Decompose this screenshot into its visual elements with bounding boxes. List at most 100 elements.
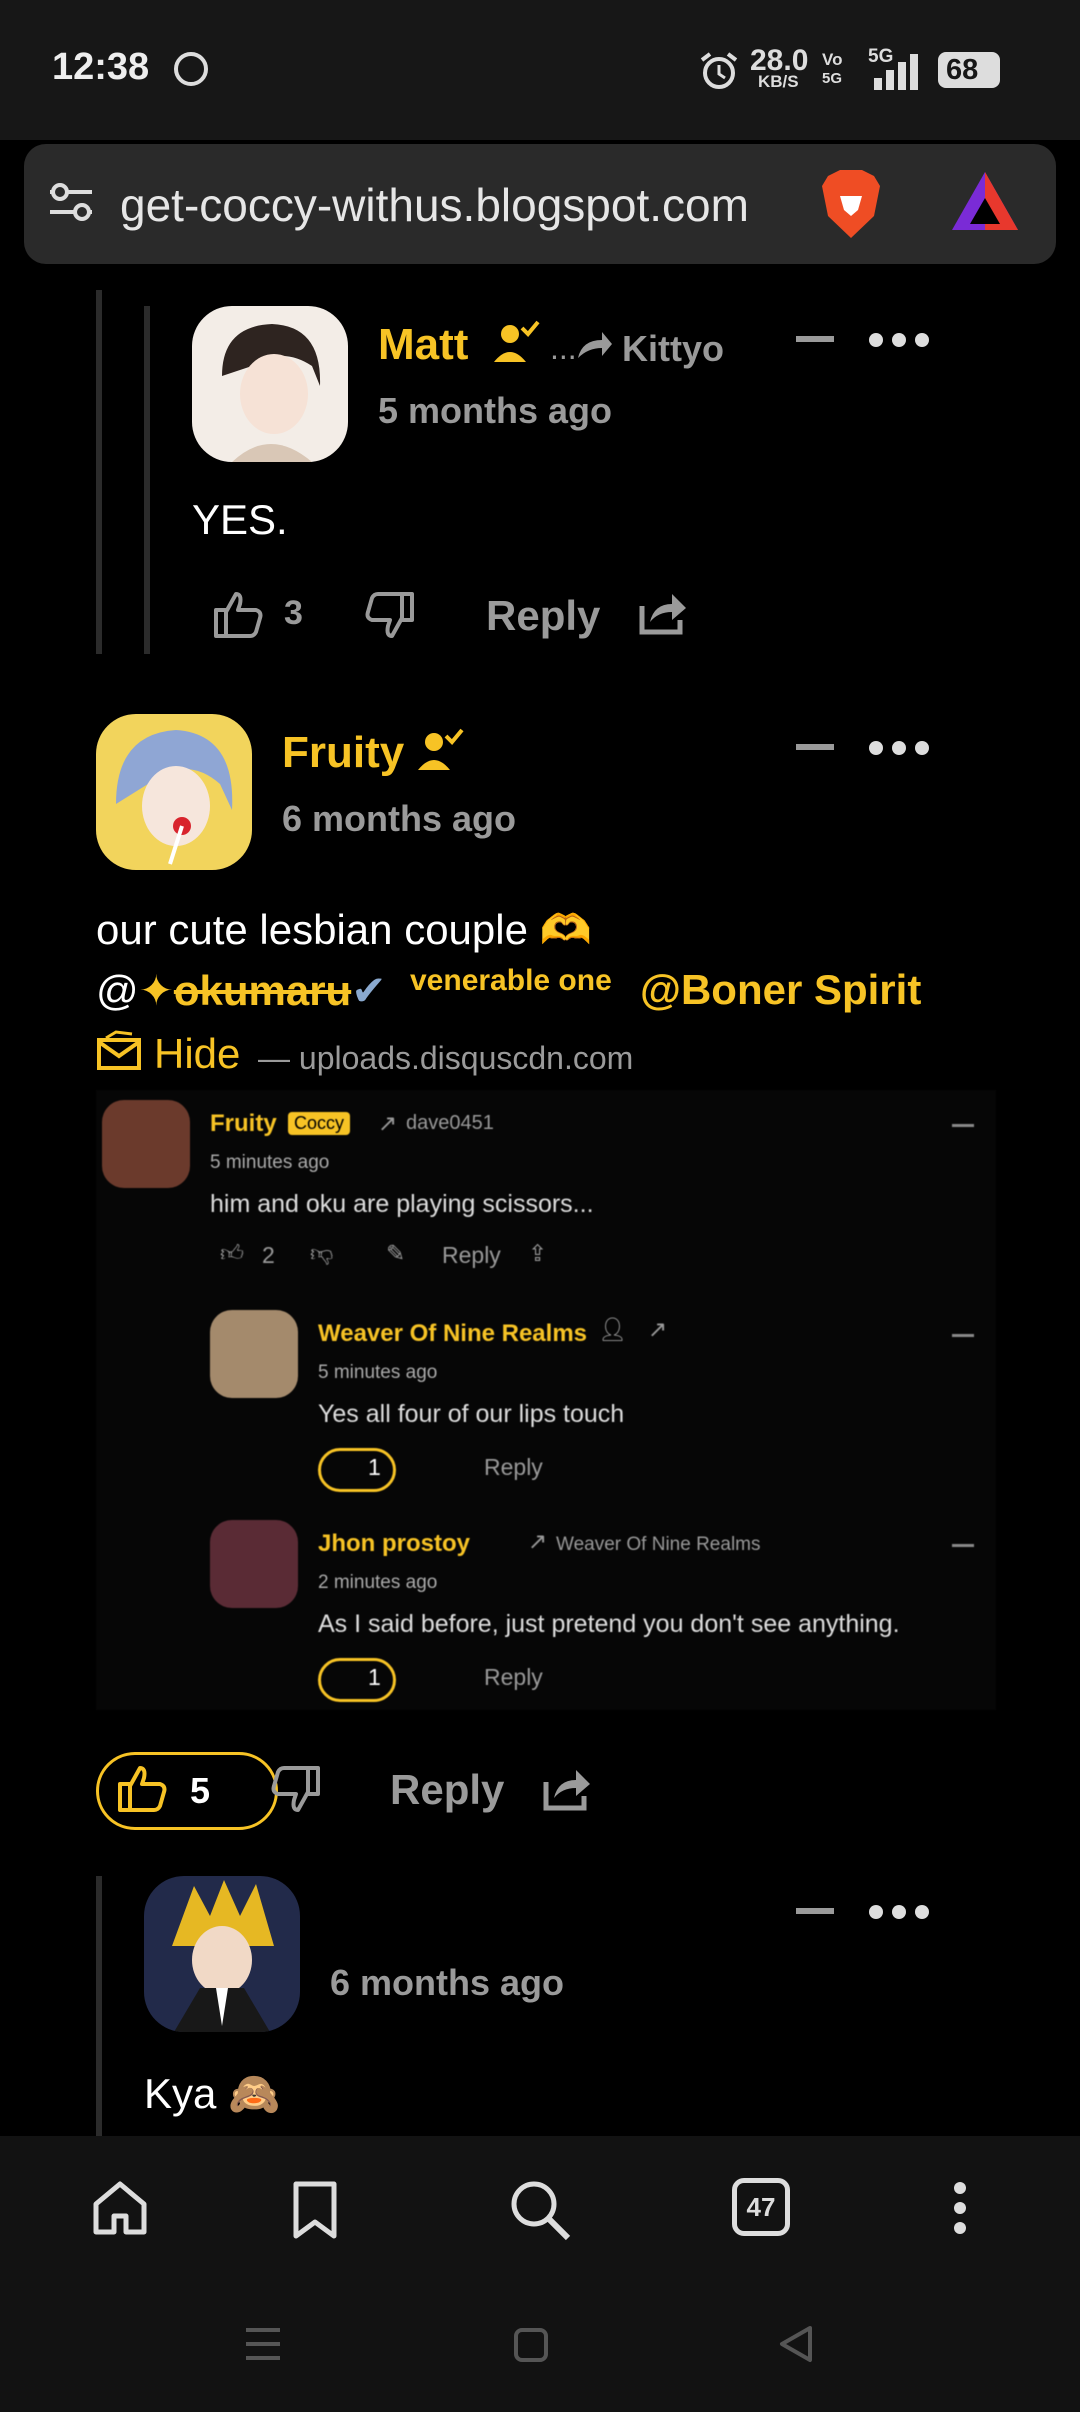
collapse-icon[interactable] [796, 336, 834, 342]
upvote-icon: 👍︎ [220, 1240, 245, 1266]
avatar [102, 1100, 190, 1188]
edit-icon: ✎ [386, 1240, 406, 1266]
more-options-icon[interactable] [868, 1904, 930, 1925]
search-icon[interactable] [508, 2178, 572, 2247]
home-nav-icon[interactable] [514, 2328, 548, 2362]
downvote-icon[interactable] [270, 1764, 322, 1821]
upvote-count: 1 [368, 1454, 381, 1480]
more-options-icon[interactable] [868, 740, 930, 761]
share-icon[interactable] [542, 1766, 592, 1817]
reply-prefix: ... [550, 330, 577, 366]
mention-name: okumaru [173, 967, 352, 1014]
reply-arrow-icon [574, 328, 614, 367]
mention-okumaru[interactable]: @✦okumaru✔ [96, 966, 386, 1015]
reply-button: Reply [442, 1242, 501, 1268]
thread-line [96, 290, 102, 654]
downvote-icon: 👎︎ [310, 1240, 334, 1266]
reply-button[interactable]: Reply [486, 592, 600, 640]
more-options-icon[interactable] [868, 332, 930, 353]
embedded-body: Yes all four of our lips touch [318, 1400, 625, 1428]
comment-body: YES. [192, 496, 288, 543]
embedded-author: Jhon prostoy [318, 1530, 471, 1557]
avatar[interactable] [96, 714, 252, 870]
signal-icon [870, 52, 926, 97]
embedded-author: Weaver Of Nine Realms [318, 1320, 588, 1347]
embedded-body: him and oku are playing scissors... [210, 1190, 594, 1218]
collapse-icon [952, 1334, 974, 1337]
mention-boner-spirit[interactable]: @Boner Spirit [640, 966, 921, 1014]
embedded-time: 2 minutes ago [318, 1572, 438, 1593]
upvote-count: 1 [368, 1664, 381, 1690]
upvote-count: 5 [190, 1770, 211, 1811]
alarm-icon [698, 50, 740, 97]
avatar[interactable] [192, 306, 348, 462]
reply-arrow-icon: ↗ [528, 1528, 548, 1554]
thread-line [96, 1876, 102, 2136]
embedded-image[interactable]: Fruity Coccy ↗ dave0451 5 minutes ago hi… [96, 1090, 996, 1710]
reply-button[interactable]: Reply [390, 1766, 504, 1814]
embedded-reply-to: Weaver Of Nine Realms [556, 1534, 761, 1555]
embedded-badge: Coccy [288, 1112, 351, 1135]
reply-arrow-icon: ↗ [648, 1316, 668, 1342]
avatar [210, 1520, 298, 1608]
site-settings-icon[interactable] [46, 180, 96, 229]
collapse-icon[interactable] [796, 1908, 834, 1914]
embedded-author: Fruity [210, 1110, 277, 1137]
volte-label: Vo [822, 50, 843, 69]
upvote-button [318, 1658, 396, 1702]
bookmark-icon[interactable] [290, 2180, 340, 2245]
embedded-body: As I said before, just pretend you don't… [318, 1610, 900, 1638]
upvote-button [318, 1448, 396, 1492]
upvote-icon[interactable] [212, 588, 264, 645]
tabs-count: 47 [746, 2192, 776, 2222]
comment-author[interactable]: Fruity [282, 728, 404, 778]
comment-author[interactable]: Matt [378, 320, 468, 370]
user-badge: venerable one [410, 964, 612, 997]
image-icon [96, 1030, 142, 1077]
verified-check-icon: ✔ [351, 967, 387, 1014]
moderator-badge-icon [492, 318, 540, 371]
reply-arrow-icon: ↗ [378, 1110, 398, 1136]
mention-at: @ [96, 967, 139, 1014]
upvote-icon[interactable] [116, 1762, 168, 1819]
media-source[interactable]: — uploads.disquscdn.com [258, 1040, 633, 1077]
downvote-icon[interactable] [364, 590, 416, 647]
url-text[interactable]: get-coccy-withus.blogspot.com [120, 178, 749, 232]
battery-level: 68 [946, 54, 979, 86]
collapse-icon [952, 1124, 974, 1127]
net-speed-unit: KB/S [758, 72, 799, 91]
comment-time[interactable]: 6 months ago [330, 1962, 564, 2004]
collapse-icon[interactable] [796, 744, 834, 750]
brave-shields-icon[interactable] [818, 168, 884, 247]
avatar[interactable] [144, 1876, 300, 2032]
volte-sub: 5G [822, 70, 843, 87]
hide-media-link[interactable]: Hide [154, 1030, 240, 1078]
embedded-time: 5 minutes ago [318, 1362, 438, 1383]
home-icon[interactable] [90, 2178, 150, 2243]
share-icon[interactable] [638, 590, 688, 641]
moderator-badge-icon [416, 726, 464, 779]
comment-time[interactable]: 5 months ago [378, 390, 612, 432]
comment-body: our cute lesbian couple 🫶 [96, 906, 592, 953]
menu-icon[interactable] [952, 2180, 968, 2241]
upvote-count: 3 [284, 594, 303, 632]
embedded-time: 5 minutes ago [210, 1152, 330, 1173]
add-user-icon: 👤︎ [598, 1316, 628, 1342]
thread-line [144, 306, 150, 654]
reply-button: Reply [484, 1664, 543, 1690]
brave-rewards-icon[interactable] [950, 170, 1020, 237]
embedded-reply-to: dave0451 [406, 1112, 494, 1134]
collapse-icon [952, 1544, 974, 1547]
reply-to-user[interactable]: Kittyo [622, 328, 724, 370]
upvote-count: 2 [262, 1242, 275, 1268]
comment-body: Kya 🙈 [144, 2070, 281, 2117]
avatar [210, 1310, 298, 1398]
star-icon: ✦ [138, 967, 174, 1014]
share-icon: ⇪ [528, 1240, 548, 1266]
reply-button: Reply [484, 1454, 543, 1480]
sync-icon [174, 52, 208, 86]
clock: 12:38 [52, 46, 150, 88]
comment-time[interactable]: 6 months ago [282, 798, 516, 840]
back-icon[interactable] [778, 2324, 814, 2369]
recent-apps-icon[interactable] [244, 2326, 282, 2367]
